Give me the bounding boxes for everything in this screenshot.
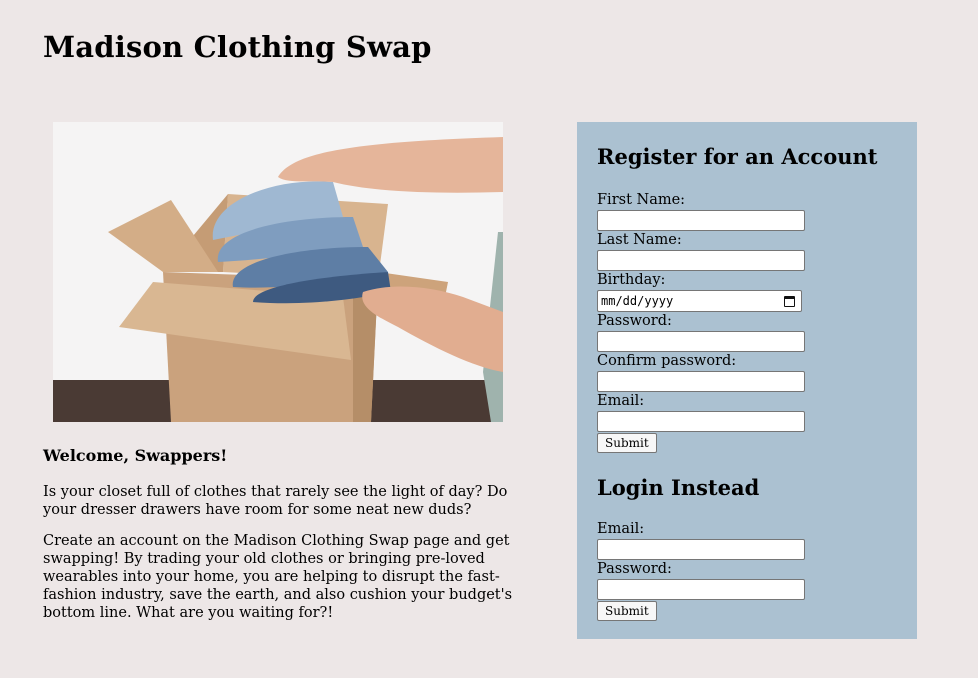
password-field[interactable]: [597, 331, 805, 352]
account-panel: Register for an Account First Name: Last…: [577, 122, 917, 639]
last-name-field[interactable]: [597, 250, 805, 271]
birthday-field[interactable]: mm/dd/yyyy: [597, 290, 802, 312]
login-email-field[interactable]: [597, 539, 805, 560]
last-name-label: Last Name:: [597, 232, 682, 248]
birthday-label: Birthday:: [597, 272, 666, 288]
birthday-placeholder: mm/dd/yyyy: [601, 294, 674, 308]
login-submit-button[interactable]: Submit: [597, 601, 657, 621]
calendar-icon[interactable]: [784, 295, 795, 307]
intro-section: Welcome, Swappers! Is your closet full o…: [43, 447, 523, 635]
first-name-label: First Name:: [597, 192, 686, 208]
site-title: Madison Clothing Swap: [43, 30, 432, 64]
welcome-heading: Welcome, Swappers!: [43, 446, 228, 465]
password-label: Password:: [597, 313, 672, 329]
hero-image: [53, 122, 503, 422]
register-submit-button[interactable]: Submit: [597, 433, 657, 453]
intro-paragraph-2: Create an account on the Madison Clothin…: [43, 533, 513, 621]
login-password-field[interactable]: [597, 579, 805, 600]
hero-photo-illustration: [53, 122, 503, 422]
first-name-field[interactable]: [597, 210, 805, 231]
confirm-password-field[interactable]: [597, 371, 805, 392]
login-password-label: Password:: [597, 561, 672, 577]
login-email-label: Email:: [597, 521, 645, 537]
register-heading: Register for an Account: [597, 144, 878, 169]
register-email-label: Email:: [597, 393, 645, 409]
confirm-password-label: Confirm password:: [597, 353, 737, 369]
login-heading: Login Instead: [597, 475, 760, 500]
intro-paragraph-1: Is your closet full of clothes that rare…: [43, 484, 508, 518]
register-email-field[interactable]: [597, 411, 805, 432]
